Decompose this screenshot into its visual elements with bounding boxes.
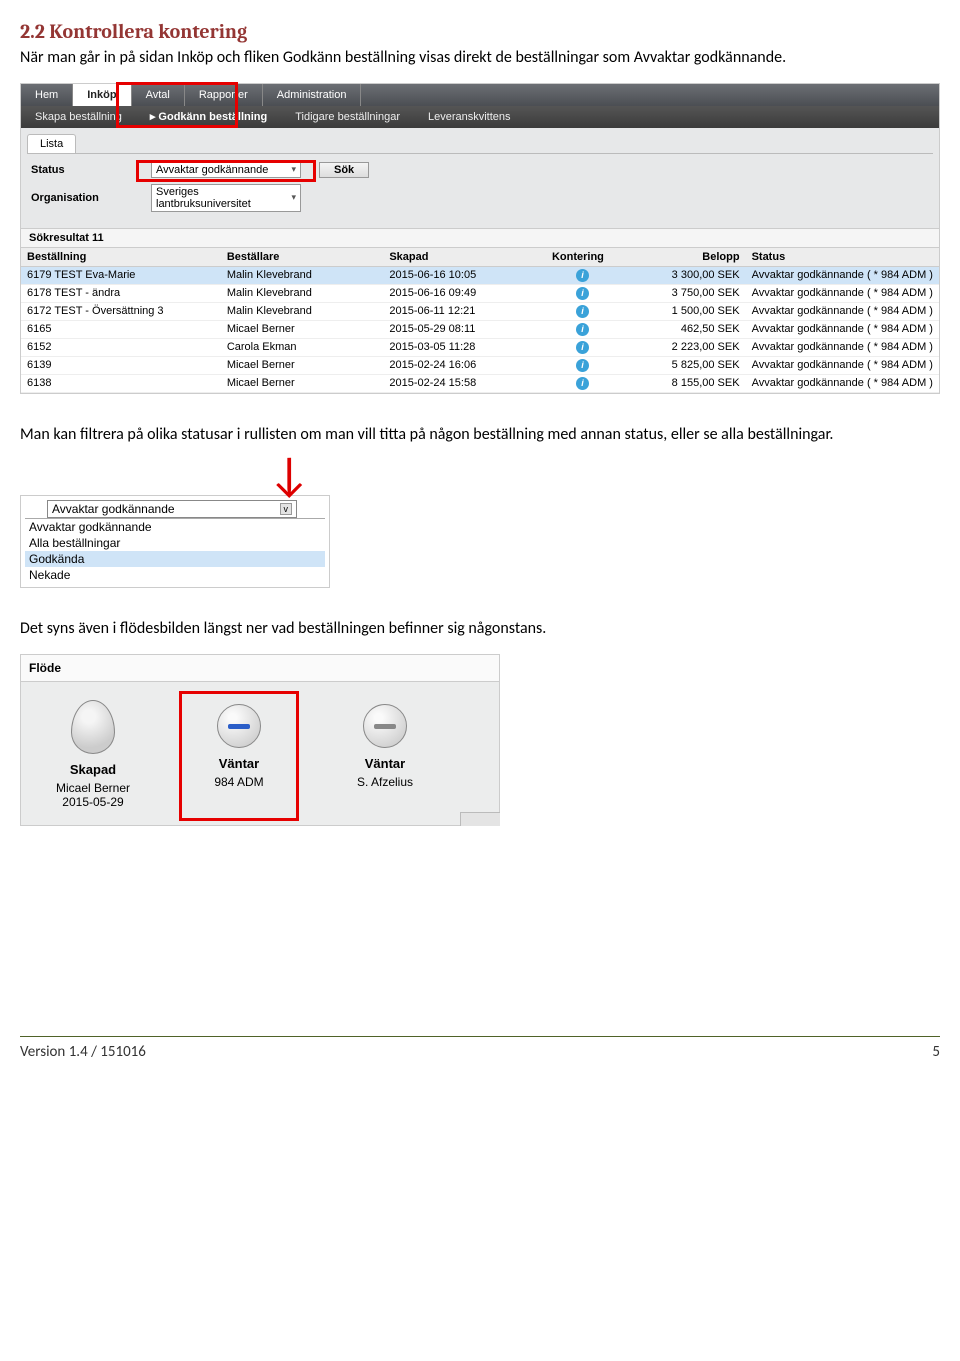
flow-step: Väntar 984 ADM <box>179 691 299 821</box>
dropdown-option[interactable]: Alla beställningar <box>25 535 325 551</box>
flow-step-line1: 984 ADM <box>182 775 296 789</box>
subnav-item[interactable]: Skapa beställning <box>21 106 136 128</box>
info-icon[interactable]: i <box>576 287 589 300</box>
flow-step: Väntar S. Afzelius <box>325 700 445 809</box>
dropdown-list: Avvaktar godkännandeAlla beställningarGo… <box>25 518 325 583</box>
result-table: BeställningBeställareSkapadKonteringBelo… <box>21 248 939 393</box>
paragraph-3: Det syns även i flödesbilden längst ner … <box>20 618 940 640</box>
table-row[interactable]: 6179 TEST Eva-MarieMalin Klevebrand2015-… <box>21 266 939 284</box>
column-header[interactable]: Kontering <box>546 248 619 267</box>
column-header[interactable]: Beställare <box>221 248 384 267</box>
column-header[interactable]: Beställning <box>21 248 221 267</box>
organisation-value: Sveriges lantbruksuniversitet <box>156 186 291 210</box>
subnav-item[interactable]: Tidigare beställningar <box>281 106 414 128</box>
flow-step-line1: S. Afzelius <box>325 775 445 789</box>
info-icon[interactable]: i <box>576 341 589 354</box>
flow-step: Skapad Micael Berner2015-05-29 <box>33 700 153 809</box>
search-button[interactable]: Sök <box>319 162 369 178</box>
main-navbar: HemInköpAvtalRapporterAdministration <box>21 84 939 106</box>
dropdown-option[interactable]: Nekade <box>25 567 325 583</box>
nav-tab-administration[interactable]: Administration <box>263 84 362 106</box>
flow-step-line1: Micael Berner <box>33 781 153 795</box>
nav-tab-avtal[interactable]: Avtal <box>132 84 185 106</box>
nav-tab-hem[interactable]: Hem <box>21 84 73 106</box>
column-header[interactable]: Skapad <box>383 248 546 267</box>
table-row[interactable]: 6152Carola Ekman2015-03-05 11:28i2 223,0… <box>21 338 939 356</box>
nav-tab-rapporter[interactable]: Rapporter <box>185 84 263 106</box>
paragraph-2: Man kan filtrera på olika statusar i rul… <box>20 424 940 446</box>
result-count: Sökresultat 11 <box>21 228 939 248</box>
sub-navbar: Skapa beställningGodkänn beställningTidi… <box>21 106 939 128</box>
info-icon[interactable]: i <box>576 359 589 372</box>
status-select[interactable]: Avvaktar godkännande ▾ <box>151 162 301 178</box>
table-row[interactable]: 6178 TEST - ändraMalin Klevebrand2015-06… <box>21 284 939 302</box>
column-header[interactable]: Belopp <box>619 248 746 267</box>
drop-icon <box>71 700 115 754</box>
flow-step-line2: 2015-05-29 <box>33 795 153 809</box>
flow-step-title: Väntar <box>182 756 296 771</box>
flow-title: Flöde <box>21 655 499 682</box>
table-row[interactable]: 6139Micael Berner2015-02-24 16:06i5 825,… <box>21 356 939 374</box>
dropdown-option[interactable]: Avvaktar godkännande <box>25 519 325 535</box>
screenshot-order-list: HemInköpAvtalRapporterAdministration Ska… <box>20 83 940 394</box>
table-row[interactable]: 6172 TEST - Översättning 3Malin Klevebra… <box>21 302 939 320</box>
status-dropdown[interactable]: Avvaktar godkännande v <box>47 500 297 518</box>
column-header[interactable]: Status <box>746 248 939 267</box>
organisation-label: Organisation <box>31 192 151 204</box>
flow-step-title: Skapad <box>33 762 153 777</box>
info-icon[interactable]: i <box>576 305 589 318</box>
nav-tab-inköp[interactable]: Inköp <box>73 84 131 106</box>
paragraph-1: När man går in på sidan Inköp och fliken… <box>20 47 940 69</box>
chevron-down-icon: ▾ <box>291 164 296 175</box>
status-value: Avvaktar godkännande <box>156 164 268 176</box>
tab-lista[interactable]: Lista <box>27 134 76 153</box>
flow-step-title: Väntar <box>325 756 445 771</box>
table-row[interactable]: 6165Micael Berner2015-05-29 08:11i462,50… <box>21 320 939 338</box>
status-wait-icon <box>217 704 261 748</box>
subnav-item[interactable]: Leveranskvittens <box>414 106 525 128</box>
info-icon[interactable]: i <box>576 269 589 282</box>
info-icon[interactable]: i <box>576 377 589 390</box>
version-text: Version 1.4 / 151016 <box>20 1043 146 1061</box>
table-row[interactable]: 6138Micael Berner2015-02-24 15:58i8 155,… <box>21 374 939 392</box>
status-label: Status <box>31 164 151 176</box>
status-wait-icon <box>363 704 407 748</box>
section-heading: 2.2 Kontrollera kontering <box>20 20 940 43</box>
dropdown-option[interactable]: Godkända <box>25 551 325 567</box>
chevron-down-icon: ▾ <box>291 192 296 203</box>
page-number: 5 <box>932 1043 940 1061</box>
info-icon[interactable]: i <box>576 323 589 336</box>
filter-panel: Status Avvaktar godkännande ▾ Sök Organi… <box>21 154 939 228</box>
organisation-select[interactable]: Sveriges lantbruksuniversitet ▾ <box>151 184 301 212</box>
resize-handle-icon <box>460 812 500 826</box>
screenshot-flow: Flöde Skapad Micael Berner2015-05-29 Vänta… <box>20 654 500 826</box>
page-footer: Version 1.4 / 151016 5 <box>20 1036 940 1061</box>
subnav-item[interactable]: Godkänn beställning <box>136 106 281 128</box>
dropdown-selected: Avvaktar godkännande <box>52 502 175 516</box>
